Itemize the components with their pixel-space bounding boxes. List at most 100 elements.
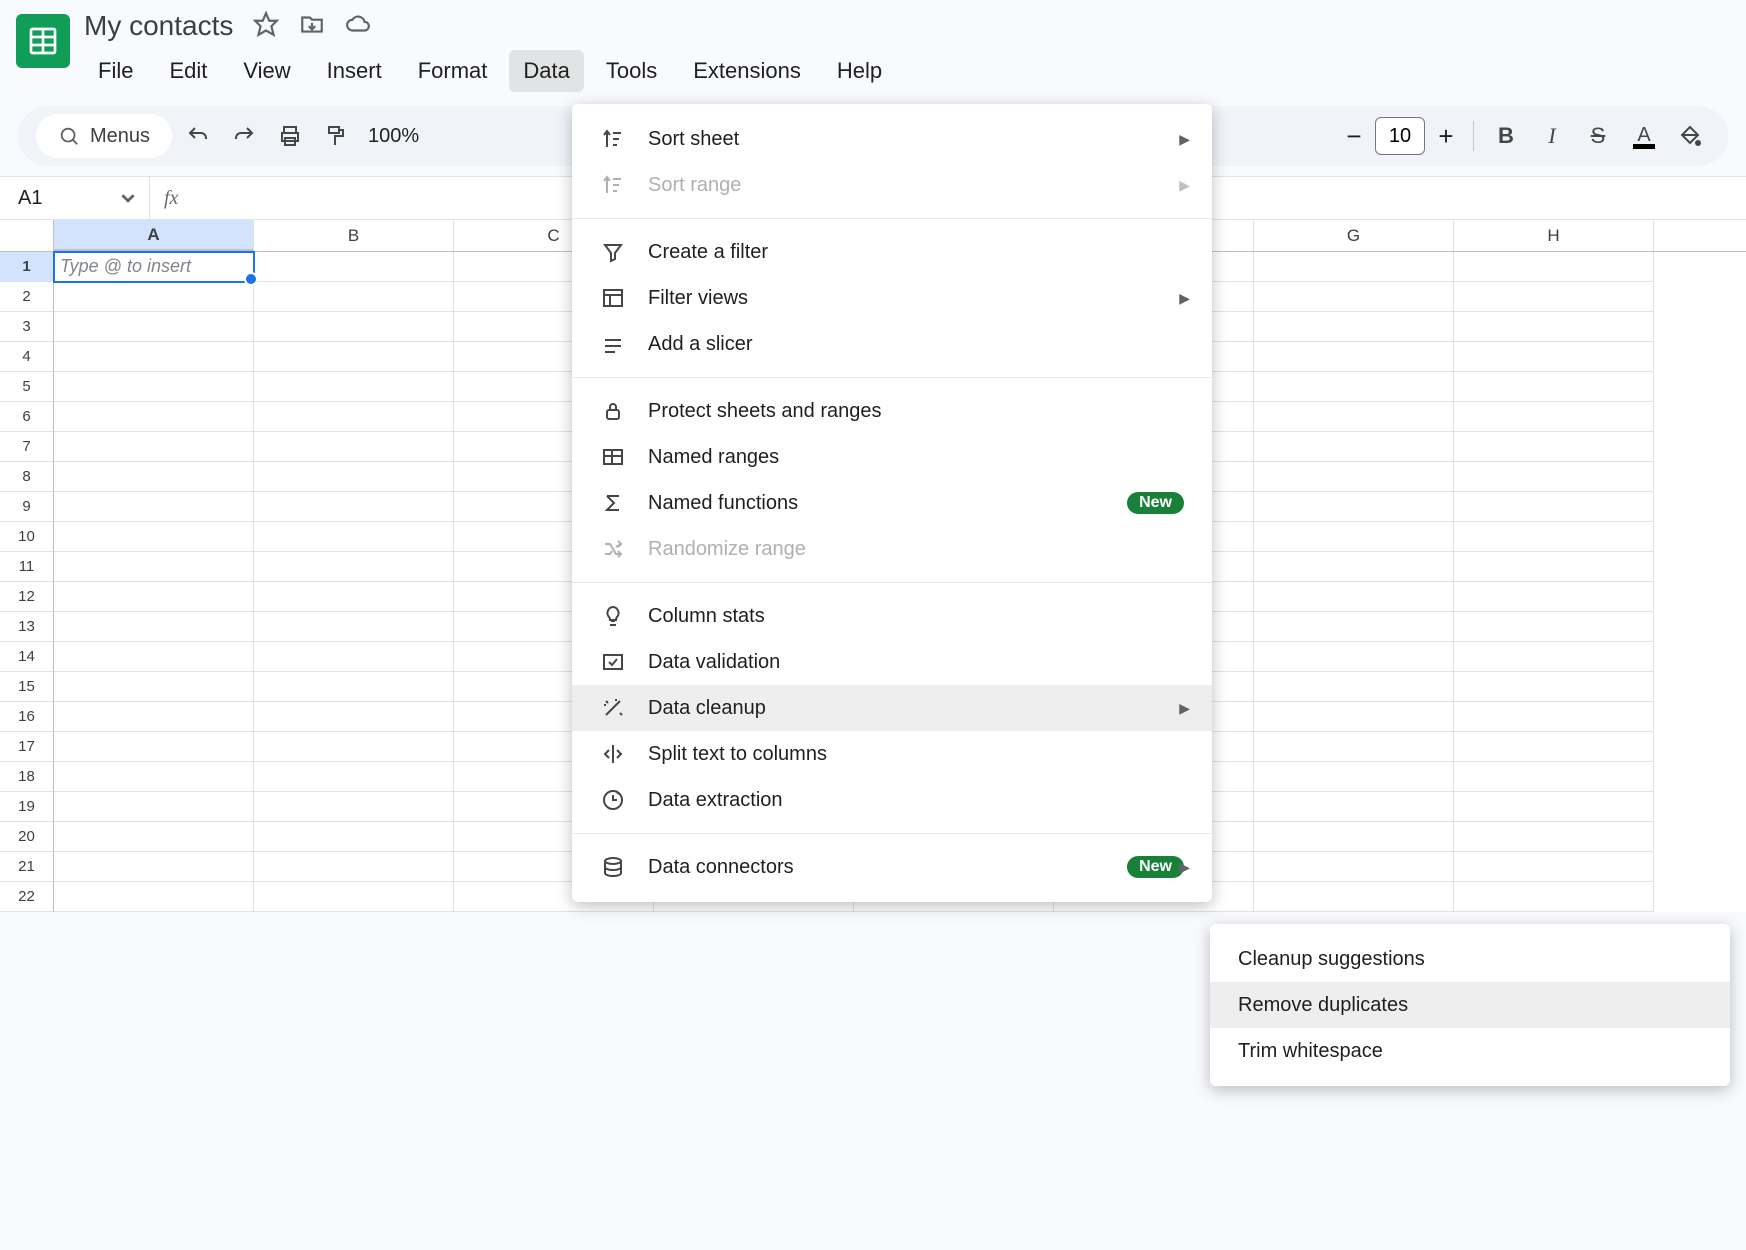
font-size-input[interactable] bbox=[1375, 117, 1425, 155]
undo-button[interactable] bbox=[178, 116, 218, 156]
submenu-item-remove-duplicates[interactable]: Remove duplicates bbox=[1210, 982, 1730, 1028]
cell[interactable] bbox=[1454, 462, 1654, 492]
cell[interactable] bbox=[1454, 852, 1654, 882]
cell[interactable] bbox=[54, 432, 254, 462]
sheets-logo-icon[interactable] bbox=[16, 14, 70, 68]
cell[interactable] bbox=[54, 372, 254, 402]
cell[interactable] bbox=[54, 792, 254, 822]
cell[interactable] bbox=[54, 582, 254, 612]
cell[interactable] bbox=[1454, 642, 1654, 672]
fill-color-button[interactable] bbox=[1670, 116, 1710, 156]
cell[interactable] bbox=[54, 282, 254, 312]
cell[interactable] bbox=[54, 612, 254, 642]
row-header[interactable]: 22 bbox=[0, 882, 54, 912]
cell[interactable] bbox=[254, 792, 454, 822]
menu-item-named-functions[interactable]: Named functionsNew bbox=[572, 480, 1212, 526]
move-icon[interactable] bbox=[299, 11, 325, 42]
cell[interactable] bbox=[1454, 582, 1654, 612]
cell[interactable] bbox=[1254, 582, 1454, 612]
cloud-status-icon[interactable] bbox=[345, 11, 371, 42]
menu-item-column-stats[interactable]: Column stats bbox=[572, 593, 1212, 639]
cell[interactable] bbox=[1254, 342, 1454, 372]
cell[interactable] bbox=[254, 372, 454, 402]
name-box[interactable]: A1 bbox=[0, 177, 150, 219]
cell[interactable] bbox=[1254, 732, 1454, 762]
cell[interactable] bbox=[1254, 372, 1454, 402]
row-header[interactable]: 14 bbox=[0, 642, 54, 672]
column-header[interactable]: H bbox=[1454, 220, 1654, 251]
cell[interactable] bbox=[254, 702, 454, 732]
zoom-dropdown[interactable]: 100% bbox=[362, 125, 425, 148]
cell[interactable] bbox=[54, 402, 254, 432]
cell[interactable] bbox=[1454, 702, 1654, 732]
menu-view[interactable]: View bbox=[229, 50, 304, 92]
cell[interactable] bbox=[254, 432, 454, 462]
print-button[interactable] bbox=[270, 116, 310, 156]
column-header[interactable]: G bbox=[1254, 220, 1454, 251]
row-header[interactable]: 19 bbox=[0, 792, 54, 822]
cell[interactable] bbox=[254, 612, 454, 642]
strikethrough-button[interactable]: S bbox=[1578, 116, 1618, 156]
menu-item-named-ranges[interactable]: Named ranges bbox=[572, 434, 1212, 480]
cell[interactable] bbox=[1254, 882, 1454, 912]
row-header[interactable]: 8 bbox=[0, 462, 54, 492]
cell[interactable] bbox=[1454, 312, 1654, 342]
cell[interactable] bbox=[254, 282, 454, 312]
cell[interactable] bbox=[254, 342, 454, 372]
row-header[interactable]: 4 bbox=[0, 342, 54, 372]
menu-extensions[interactable]: Extensions bbox=[679, 50, 815, 92]
cell[interactable] bbox=[1254, 852, 1454, 882]
cell[interactable] bbox=[254, 732, 454, 762]
cell[interactable] bbox=[254, 882, 454, 912]
cell[interactable] bbox=[254, 642, 454, 672]
menu-insert[interactable]: Insert bbox=[313, 50, 396, 92]
row-header[interactable]: 2 bbox=[0, 282, 54, 312]
font-size-increase[interactable]: + bbox=[1431, 121, 1461, 152]
cell[interactable] bbox=[1254, 762, 1454, 792]
row-header[interactable]: 6 bbox=[0, 402, 54, 432]
cell[interactable] bbox=[1254, 822, 1454, 852]
row-header[interactable]: 3 bbox=[0, 312, 54, 342]
cell[interactable] bbox=[254, 312, 454, 342]
menu-item-data-cleanup[interactable]: Data cleanup▶ bbox=[572, 685, 1212, 731]
menu-file[interactable]: File bbox=[84, 50, 147, 92]
cell[interactable] bbox=[1454, 372, 1654, 402]
cell[interactable] bbox=[1254, 282, 1454, 312]
row-header[interactable]: 7 bbox=[0, 432, 54, 462]
cell[interactable] bbox=[54, 702, 254, 732]
cell[interactable] bbox=[1454, 492, 1654, 522]
menu-item-protect-sheets-and-ranges[interactable]: Protect sheets and ranges bbox=[572, 388, 1212, 434]
cell[interactable] bbox=[1454, 252, 1654, 282]
cell[interactable] bbox=[54, 522, 254, 552]
cell[interactable] bbox=[254, 672, 454, 702]
cell[interactable] bbox=[254, 462, 454, 492]
cell[interactable] bbox=[54, 642, 254, 672]
cell[interactable] bbox=[254, 252, 454, 282]
row-header[interactable]: 15 bbox=[0, 672, 54, 702]
row-header[interactable]: 12 bbox=[0, 582, 54, 612]
document-title[interactable]: My contacts bbox=[84, 10, 233, 42]
cell[interactable] bbox=[54, 492, 254, 522]
menu-item-split-text-to-columns[interactable]: Split text to columns bbox=[572, 731, 1212, 777]
menu-tools[interactable]: Tools bbox=[592, 50, 671, 92]
cell[interactable] bbox=[1454, 522, 1654, 552]
row-header[interactable]: 1 bbox=[0, 252, 54, 282]
column-header[interactable]: A bbox=[54, 220, 254, 251]
menu-item-data-connectors[interactable]: Data connectorsNew▶ bbox=[572, 844, 1212, 890]
row-header[interactable]: 21 bbox=[0, 852, 54, 882]
cell[interactable] bbox=[1254, 552, 1454, 582]
cell[interactable] bbox=[1254, 672, 1454, 702]
menus-search[interactable]: Menus bbox=[36, 114, 172, 158]
cell[interactable] bbox=[1254, 402, 1454, 432]
row-header[interactable]: 10 bbox=[0, 522, 54, 552]
cell[interactable] bbox=[1254, 432, 1454, 462]
cell[interactable] bbox=[1454, 402, 1654, 432]
cell[interactable] bbox=[1454, 822, 1654, 852]
column-header[interactable]: B bbox=[254, 220, 454, 251]
paint-format-button[interactable] bbox=[316, 116, 356, 156]
cell[interactable] bbox=[254, 492, 454, 522]
cell[interactable] bbox=[54, 762, 254, 792]
cell[interactable] bbox=[1454, 792, 1654, 822]
cell[interactable] bbox=[1254, 792, 1454, 822]
menu-item-data-validation[interactable]: Data validation bbox=[572, 639, 1212, 685]
